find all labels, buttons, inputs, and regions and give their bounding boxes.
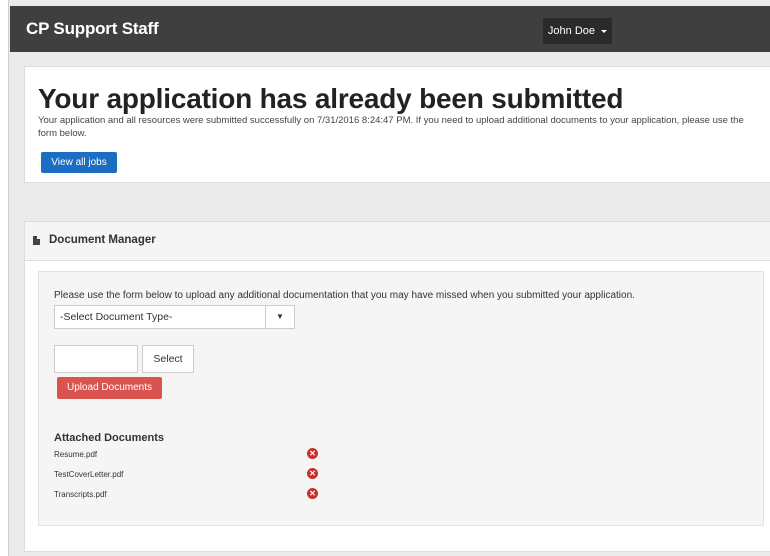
instructions: Please use the form below to upload any … — [54, 290, 635, 301]
upload-form: Please use the form below to upload any … — [38, 271, 764, 526]
caret-down-icon — [601, 29, 608, 33]
remove-icon[interactable]: ✕ — [307, 488, 318, 499]
file-name[interactable]: Transcripts.pdf — [54, 490, 107, 499]
document-manager-panel: Document Manager Please use the form bel… — [24, 221, 770, 552]
list-item: TestCoverLetter.pdf ✕ — [54, 468, 318, 489]
view-all-jobs-button[interactable]: View all jobs — [41, 152, 117, 173]
document-type-value: -Select Document Type- — [60, 311, 173, 323]
document-icon — [33, 236, 40, 245]
file-input[interactable] — [54, 345, 138, 373]
window-edge — [0, 0, 9, 556]
page-title: Your application has already been submit… — [38, 83, 624, 114]
attached-documents-title: Attached Documents — [54, 432, 165, 444]
caret-down-icon: ▼ — [265, 306, 294, 328]
file-name[interactable]: TestCoverLetter.pdf — [54, 470, 123, 479]
panel-heading: Document Manager — [25, 222, 770, 261]
list-item: Resume.pdf ✕ — [54, 448, 318, 469]
file-name[interactable]: Resume.pdf — [54, 450, 97, 459]
select-file-button[interactable]: Select — [142, 345, 194, 373]
user-menu-button[interactable]: John Doe — [543, 18, 612, 44]
brand[interactable]: CP Support Staff — [26, 19, 159, 39]
status-panel: Your application has already been submit… — [24, 66, 770, 183]
list-item: Transcripts.pdf ✕ — [54, 488, 318, 509]
remove-icon[interactable]: ✕ — [307, 448, 318, 459]
user-name: John Doe — [547, 25, 596, 37]
panel-title: Document Manager — [49, 234, 156, 246]
remove-icon[interactable]: ✕ — [307, 468, 318, 479]
upload-documents-button[interactable]: Upload Documents — [57, 377, 162, 399]
navbar: CP Support Staff John Doe — [10, 6, 770, 52]
status-message: Your application and all resources were … — [38, 115, 744, 139]
attached-documents-list: Resume.pdf ✕ TestCoverLetter.pdf ✕ Trans… — [54, 448, 318, 509]
document-type-select[interactable]: -Select Document Type- ▼ — [54, 305, 295, 329]
